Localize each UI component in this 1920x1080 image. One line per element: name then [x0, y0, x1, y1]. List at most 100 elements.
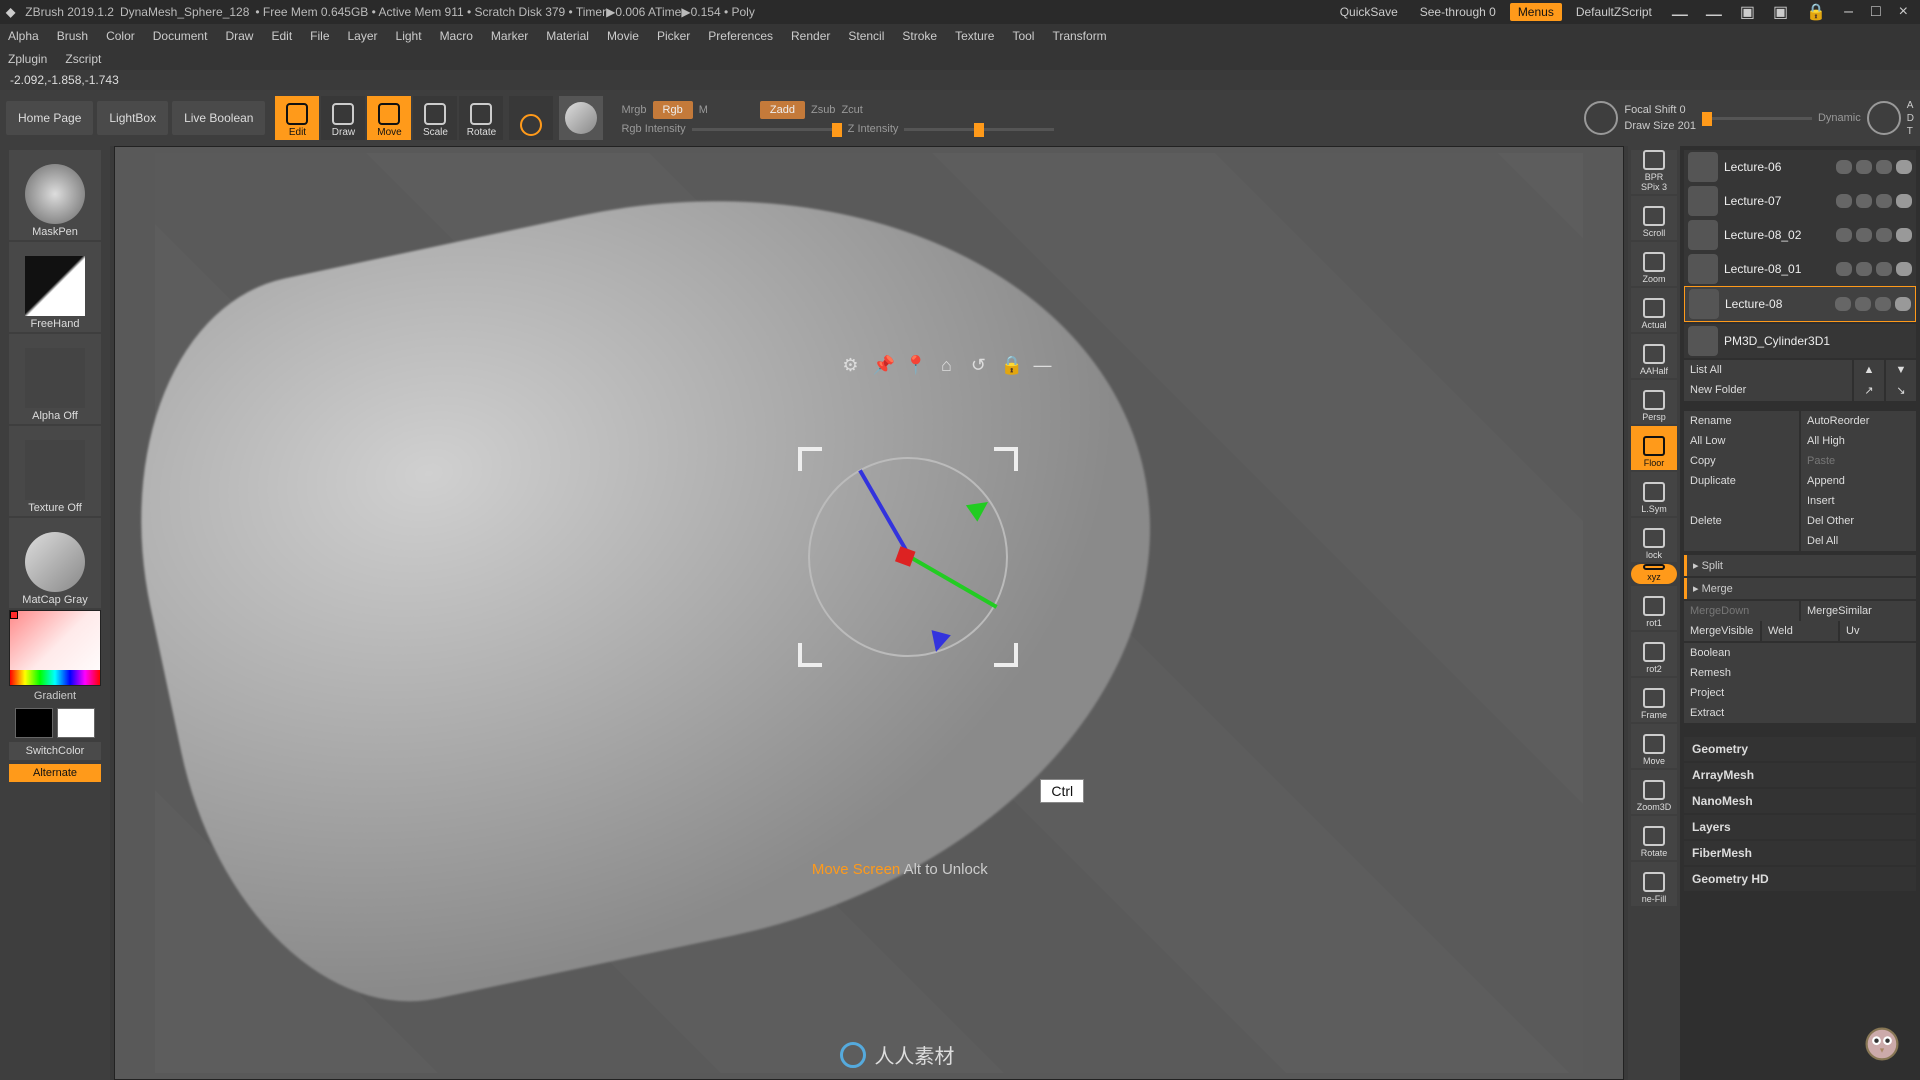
brush-tile[interactable]: MaskPen	[9, 150, 101, 240]
draw-size-slider[interactable]: Draw Size 201	[1624, 120, 1696, 132]
panel-paste-button[interactable]: Paste	[1801, 451, 1916, 471]
focal-slider-track[interactable]	[1702, 117, 1812, 120]
rt-bpr[interactable]: BPRSPix 3	[1631, 150, 1677, 194]
menu-material[interactable]: Material	[546, 29, 589, 43]
rt-lock[interactable]: lock	[1631, 518, 1677, 562]
flag-c-icon[interactable]	[1875, 297, 1891, 311]
accent-split[interactable]: ▸ Split	[1684, 555, 1916, 576]
panel-delete-button[interactable]: Delete	[1684, 511, 1799, 531]
panel---button[interactable]: ↘	[1886, 380, 1916, 401]
section-fibermesh[interactable]: FiberMesh	[1684, 841, 1916, 865]
flag-b-icon[interactable]	[1856, 228, 1872, 242]
accent-merge[interactable]: ▸ Merge	[1684, 578, 1916, 599]
subtool-lecture-08[interactable]: Lecture-08	[1684, 286, 1916, 322]
layout-icon-b[interactable]: ⎼	[1700, 3, 1728, 21]
color-picker[interactable]	[9, 610, 101, 686]
subtool-lecture-08-01[interactable]: Lecture-08_01	[1684, 252, 1916, 286]
move-mode-button[interactable]: Move	[367, 96, 411, 140]
texture-tile[interactable]: Texture Off	[9, 426, 101, 516]
flag-a-icon[interactable]	[1836, 228, 1852, 242]
primary-color-swatch[interactable]	[57, 708, 95, 738]
visibility-icon[interactable]	[1896, 160, 1912, 174]
visibility-icon[interactable]	[1896, 262, 1912, 276]
panel-remesh-button[interactable]: Remesh	[1684, 663, 1916, 683]
menu-color[interactable]: Color	[106, 29, 135, 43]
menu-movie[interactable]: Movie	[607, 29, 639, 43]
rotate-mode-button[interactable]: Rotate	[459, 96, 503, 140]
panel-boolean-button[interactable]: Boolean	[1684, 643, 1916, 663]
menu-macro[interactable]: Macro	[440, 29, 473, 43]
default-zscript[interactable]: DefaultZScript	[1568, 3, 1660, 21]
flag-c-icon[interactable]	[1876, 194, 1892, 208]
panel-mergedown-button[interactable]: MergeDown	[1684, 601, 1799, 621]
maximize-icon[interactable]: □	[1865, 3, 1887, 21]
panel-append-button[interactable]: Append	[1801, 471, 1916, 491]
menu-tool[interactable]: Tool	[1012, 29, 1034, 43]
layout-icon-a[interactable]: ⎼	[1666, 3, 1694, 21]
marker-icon[interactable]: 📍	[904, 355, 924, 375]
menus-toggle[interactable]: Menus	[1510, 3, 1562, 21]
panel-new-folder-button[interactable]: New Folder	[1684, 380, 1852, 401]
menu-document[interactable]: Document	[153, 29, 208, 43]
rt-rot2[interactable]: rot2	[1631, 632, 1677, 676]
m-button[interactable]: M	[699, 104, 708, 116]
panel-all-low-button[interactable]: All Low	[1684, 431, 1799, 451]
subtool-lecture-08-02[interactable]: Lecture-08_02	[1684, 218, 1916, 252]
flag-b-icon[interactable]	[1856, 160, 1872, 174]
dock-icon-2[interactable]: ▣	[1767, 2, 1794, 22]
flag-a-icon[interactable]	[1836, 194, 1852, 208]
menu-draw[interactable]: Draw	[225, 29, 253, 43]
home-icon[interactable]: ⌂	[936, 355, 956, 375]
panel-rename-button[interactable]: Rename	[1684, 411, 1799, 431]
alpha-tile[interactable]: Alpha Off	[9, 334, 101, 424]
alternate-button[interactable]: Alternate	[9, 764, 101, 782]
gradient-label[interactable]: Gradient	[34, 690, 76, 702]
section-nanomesh[interactable]: NanoMesh	[1684, 789, 1916, 813]
flag-b-icon[interactable]	[1856, 194, 1872, 208]
menu-layer[interactable]: Layer	[348, 29, 378, 43]
home-page-button[interactable]: Home Page	[6, 101, 93, 135]
rt-scroll[interactable]: Scroll	[1631, 196, 1677, 240]
section-arraymesh[interactable]: ArrayMesh	[1684, 763, 1916, 787]
panel---button[interactable]: ▼	[1886, 360, 1916, 380]
live-boolean-button[interactable]: Live Boolean	[172, 101, 265, 135]
zcut-button[interactable]: Zcut	[841, 104, 862, 116]
rgb-intensity-slider[interactable]	[692, 128, 842, 131]
zsub-button[interactable]: Zsub	[811, 104, 835, 116]
panel-weld-button[interactable]: Weld	[1762, 621, 1838, 641]
rt-rot1[interactable]: rot1	[1631, 586, 1677, 630]
panel-all-high-button[interactable]: All High	[1801, 431, 1916, 451]
menu-zscript[interactable]: Zscript	[65, 52, 101, 66]
rt-xyz[interactable]: xyz	[1631, 564, 1677, 584]
lightbox-button[interactable]: LightBox	[97, 101, 168, 135]
mrgb-button[interactable]: Mrgb	[621, 104, 646, 116]
draw-mode-button[interactable]: Draw	[321, 96, 365, 140]
switchcolor-button[interactable]: SwitchColor	[9, 742, 101, 760]
flag-a-icon[interactable]	[1835, 297, 1851, 311]
subtool-lecture-07[interactable]: Lecture-07	[1684, 184, 1916, 218]
rt-floor[interactable]: Floor	[1631, 426, 1677, 470]
quicksave-button[interactable]: QuickSave	[1332, 3, 1406, 21]
panel-del-other-button[interactable]: Del Other	[1801, 511, 1916, 531]
visibility-icon[interactable]	[1896, 228, 1912, 242]
rt-rotate[interactable]: Rotate	[1631, 816, 1677, 860]
menu-picker[interactable]: Picker	[657, 29, 690, 43]
zadd-button[interactable]: Zadd	[760, 101, 805, 119]
panel-extract-button[interactable]: Extract	[1684, 703, 1916, 723]
visibility-icon[interactable]	[1895, 297, 1911, 311]
panel---button[interactable]: ▲	[1854, 360, 1884, 380]
menu-preferences[interactable]: Preferences	[708, 29, 773, 43]
panel-duplicate-button[interactable]: Duplicate	[1684, 471, 1799, 491]
menu-stencil[interactable]: Stencil	[848, 29, 884, 43]
close-icon[interactable]: ×	[1893, 3, 1914, 21]
focal-shift-slider[interactable]: Focal Shift 0	[1624, 104, 1696, 116]
minimize-icon[interactable]: –	[1838, 3, 1859, 21]
rt-frame[interactable]: Frame	[1631, 678, 1677, 722]
subtool-extra-row[interactable]: PM3D_Cylinder3D1	[1684, 324, 1916, 358]
lock-icon[interactable]: 🔒	[1800, 2, 1832, 22]
rt-move[interactable]: Move	[1631, 724, 1677, 768]
panel-uv-button[interactable]: Uv	[1840, 621, 1916, 641]
rt-aahalf[interactable]: AAHalf	[1631, 334, 1677, 378]
menu-transform[interactable]: Transform	[1052, 29, 1106, 43]
flag-a-icon[interactable]	[1836, 262, 1852, 276]
